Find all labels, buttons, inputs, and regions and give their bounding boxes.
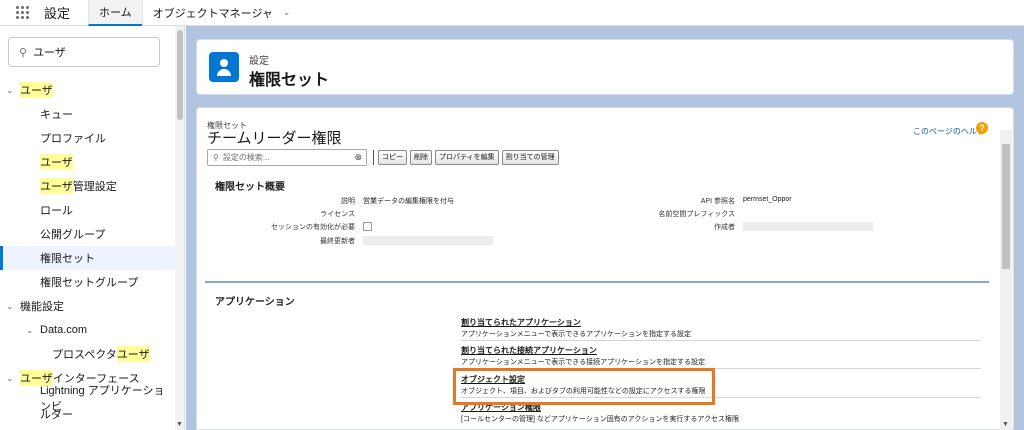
settings-search-placeholder: 設定の検索... — [222, 153, 270, 162]
permission-set-name: チームリーダー権限 — [207, 130, 342, 147]
tab-object-manager[interactable]: オブジェクトマネージャ ⌄ — [141, 0, 301, 26]
license-label: ライセンス — [320, 211, 355, 218]
sidebar-item-feature-settings[interactable]: ⌄ 機能設定 — [0, 294, 175, 318]
quick-find-value: ユーザ — [33, 47, 66, 59]
sidebar-item-label: Data.com — [40, 324, 88, 336]
action-buttons: コピー 削除 プロパティを編集 割り当ての管理 — [373, 149, 559, 166]
search-icon: ⚲ — [213, 153, 219, 162]
scroll-down-arrow-icon[interactable]: ▼ — [176, 421, 183, 428]
sidebar-item-users-list[interactable]: ユーザ — [0, 150, 175, 174]
manage-assignments-button[interactable]: 割り当ての管理 — [501, 150, 559, 165]
created-by-value-redacted — [743, 222, 873, 231]
tab-home[interactable]: ホーム — [88, 0, 142, 26]
chevron-down-icon[interactable]: ⌄ — [283, 7, 291, 18]
edit-properties-button[interactable]: プロパティを編集 — [435, 150, 499, 165]
sidebar-item-label: ロール — [40, 205, 73, 217]
app-permissions-desc: [コールセンターの管理] などアプリケーション固有のアクションを実行するアクセス… — [461, 416, 739, 423]
sidebar-item-permission-sets[interactable]: 権限セット — [0, 246, 175, 270]
sidebar-item-users[interactable]: ⌄ ユーザ — [0, 78, 175, 102]
chevron-down-icon[interactable]: ⌄ — [6, 301, 20, 312]
sidebar-item-permission-set-groups[interactable]: 権限セットグループ — [0, 270, 175, 294]
overview-row: 最終更新者 — [205, 236, 989, 249]
applications-section: アプリケーション 割り当てられたアプリケーション アプリケーションメニューで表示… — [205, 281, 989, 430]
last-modified-by-value-redacted — [363, 236, 493, 245]
last-modified-by-label: 最終更新者 — [320, 238, 355, 245]
session-activation-label: セッションの有効化が必要 — [271, 224, 355, 231]
created-by-label: 作成者 — [714, 224, 735, 231]
quick-find-input[interactable]: ⚲ ユーザ — [8, 37, 160, 67]
setup-tree: ⌄ ユーザ キュー プロファイル ユーザ ユーザ 管理設定 ロール 公開グループ 権… — [0, 78, 175, 422]
main-content: 設定 権限セット 権限セット チームリーダー権限 このページのヘルプ ? ⚲ 設… — [186, 26, 1024, 430]
tab-object-manager-label: オブジェクトマネージャ — [152, 7, 273, 20]
divider — [373, 150, 374, 165]
overview-row: 説明 営業データの編集権限を付与 API 参照名 permset_Oppor — [205, 196, 989, 209]
tab-home-label: ホーム — [99, 6, 132, 19]
user-icon — [209, 52, 239, 82]
description-label: 説明 — [341, 198, 355, 205]
content-scrollbar[interactable]: ▼ — [1000, 130, 1012, 430]
permission-set-detail: 権限セット チームリーダー権限 このページのヘルプ ? ⚲ 設定の検索... ⊗… — [196, 107, 1014, 430]
assigned-apps-item: 割り当てられたアプリケーション アプリケーションメニューで表示できるアプリケーシ… — [461, 317, 981, 341]
page-header: 設定 権限セット — [196, 39, 1014, 95]
sidebar-item-public-groups[interactable]: 公開グループ — [0, 222, 175, 246]
search-icon: ⚲ — [19, 46, 28, 59]
chevron-down-icon[interactable]: ⌄ — [6, 373, 20, 384]
sidebar-item-label: 権限セットグループ — [40, 277, 139, 289]
sidebar-item-roles[interactable]: ロール — [0, 198, 175, 222]
sidebar-item-lightning-app-builder[interactable]: Lightning アプリケーションビ — [0, 385, 175, 413]
sidebar-item-label: キュー — [40, 109, 73, 121]
content-scroll-thumb[interactable] — [1002, 144, 1010, 269]
overview-row: ライセンス 名前空間プレフィックス — [205, 209, 989, 222]
delete-button[interactable]: 削除 — [410, 150, 432, 165]
sidebar-item-label: ルダー — [40, 409, 73, 421]
sidebar-item-label: 管理設定 — [72, 181, 117, 193]
sidebar-item-datacom[interactable]: ⌄ Data.com — [0, 318, 175, 342]
page-header-eyebrow: 設定 — [249, 56, 269, 67]
copy-button[interactable]: コピー — [378, 150, 407, 165]
sidebar-item-label: ユーザ — [40, 154, 73, 170]
assigned-connected-apps-link[interactable]: 割り当てられた接続アプリケーション — [461, 345, 981, 356]
clear-icon[interactable]: ⊗ — [354, 152, 362, 163]
sidebar-item-label: プロスペクタ — [52, 349, 117, 361]
global-header: 設定 ホーム オブジェクトマネージャ ⌄ — [0, 0, 1024, 26]
overview-section: 権限セット概要 説明 営業データの編集権限を付与 API 参照名 permset… — [205, 178, 989, 276]
sidebar-item-lightning-app-builder-cont[interactable]: ルダー — [0, 406, 175, 422]
page-title: 権限セット — [249, 72, 330, 89]
description-value: 営業データの編集権限を付与 — [363, 198, 454, 205]
callout-highlight — [453, 368, 715, 405]
sidebar-item-profiles[interactable]: プロファイル — [0, 126, 175, 150]
sidebar-item-label-highlight: ユーザ — [40, 178, 73, 194]
settings-search-input[interactable]: ⚲ 設定の検索... ⊗ — [207, 149, 367, 166]
assigned-apps-desc: アプリケーションメニューで表示できるアプリケーションを指定する設定 — [461, 331, 691, 338]
sidebar-scrollbar[interactable]: ▼ — [175, 26, 184, 430]
api-name-label: API 参照名 — [700, 198, 735, 205]
chevron-down-icon[interactable]: ⌄ — [6, 85, 20, 96]
sidebar-item-label: 権限セット — [40, 253, 95, 265]
app-launcher-icon[interactable] — [0, 0, 44, 26]
assigned-apps-link[interactable]: 割り当てられたアプリケーション — [461, 317, 981, 328]
app-permissions-item: アプリケーション権限 [コールセンターの管理] などアプリケーション固有のアクシ… — [461, 402, 981, 426]
sidebar-item-prospector-users[interactable]: プロスペクタ ユーザ — [0, 342, 175, 366]
namespace-prefix-label: 名前空間プレフィックス — [658, 211, 735, 218]
api-name-value: permset_Oppor — [743, 196, 792, 203]
sidebar-item-label: ユーザ — [20, 82, 53, 98]
session-activation-checkbox — [363, 222, 372, 231]
help-icon[interactable]: ? — [976, 122, 988, 134]
sidebar-item-label: プロファイル — [40, 133, 106, 145]
sidebar-item-label: 公開グループ — [40, 229, 106, 241]
setup-sidebar: ⚲ ユーザ ⌄ ユーザ キュー プロファイル ユーザ ユーザ 管理設定 ロール 公開… — [0, 26, 185, 430]
chevron-down-icon[interactable]: ⌄ — [26, 325, 40, 336]
sidebar-item-user-management-settings[interactable]: ユーザ 管理設定 — [0, 174, 175, 198]
sidebar-item-label: 機能設定 — [20, 301, 64, 313]
applications-title: アプリケーション — [215, 297, 295, 308]
assigned-connected-apps-desc: アプリケーションメニューで表示できる接続アプリケーションを指定する設定 — [461, 359, 705, 366]
sidebar-item-label-highlight: ユーザ — [116, 346, 150, 362]
help-link[interactable]: このページのヘルプ — [913, 126, 985, 137]
sidebar-item-queues[interactable]: キュー — [0, 102, 175, 126]
sidebar-scroll-thumb[interactable] — [177, 30, 183, 120]
assigned-connected-apps-item: 割り当てられた接続アプリケーション アプリケーションメニューで表示できる接続アプ… — [461, 345, 981, 369]
overview-row: セッションの有効化が必要 作成者 — [205, 222, 989, 235]
scroll-down-arrow-icon[interactable]: ▼ — [1002, 421, 1009, 428]
app-name: 設定 — [44, 6, 71, 21]
